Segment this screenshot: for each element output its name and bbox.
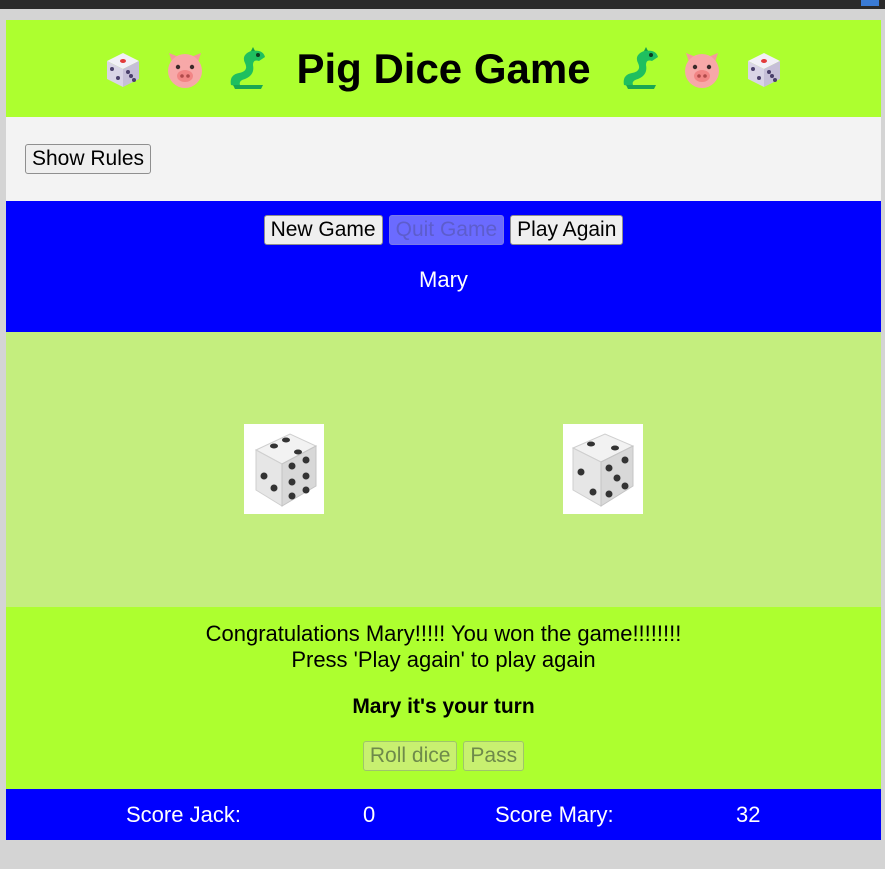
dragon-icon — [220, 42, 274, 96]
browser-top-bar — [0, 0, 885, 9]
game-control-bar: New Game Quit Game Play Again Mary — [6, 201, 881, 332]
header: Pig Dice Game — [6, 20, 881, 117]
game-control-buttons: New Game Quit Game Play Again — [263, 215, 624, 245]
play-again-hint: Press 'Play again' to play again — [291, 647, 596, 672]
pig-icon — [675, 42, 729, 96]
roll-dice-button: Roll dice — [362, 741, 458, 771]
score-mary-value: 32 — [736, 802, 761, 827]
dice-icon — [737, 42, 791, 96]
page-title: Pig Dice Game — [296, 44, 591, 92]
turn-indicator: Mary it's your turn — [352, 695, 535, 718]
dice-icon — [96, 42, 150, 96]
left-die — [244, 424, 324, 514]
play-again-button[interactable]: Play Again — [510, 215, 624, 245]
rules-bar: Show Rules — [6, 117, 881, 201]
pass-button: Pass — [463, 741, 525, 771]
page: Pig Dice Game Show Rules New Game Quit G… — [6, 20, 881, 840]
score-bar: Score Jack: 0 Score Mary: 32 — [6, 789, 881, 840]
browser-accent — [861, 0, 879, 6]
status-panel: Congratulations Mary!!!!! You won the ga… — [6, 607, 881, 789]
new-game-button[interactable]: New Game — [263, 215, 383, 245]
win-message: Congratulations Mary!!!!! You won the ga… — [205, 621, 682, 646]
turn-actions: Roll dice Pass — [6, 741, 881, 771]
score-mary-label: Score Mary: — [495, 802, 614, 827]
show-rules-button[interactable]: Show Rules — [25, 144, 152, 174]
right-die — [563, 424, 643, 514]
dragon-icon — [613, 42, 667, 96]
dice-area — [6, 332, 881, 607]
quit-game-button: Quit Game — [388, 215, 505, 245]
current-player-name: Mary — [419, 267, 468, 292]
score-jack-value: 0 — [363, 802, 376, 827]
pig-icon — [158, 42, 212, 96]
score-jack-label: Score Jack: — [126, 802, 241, 827]
